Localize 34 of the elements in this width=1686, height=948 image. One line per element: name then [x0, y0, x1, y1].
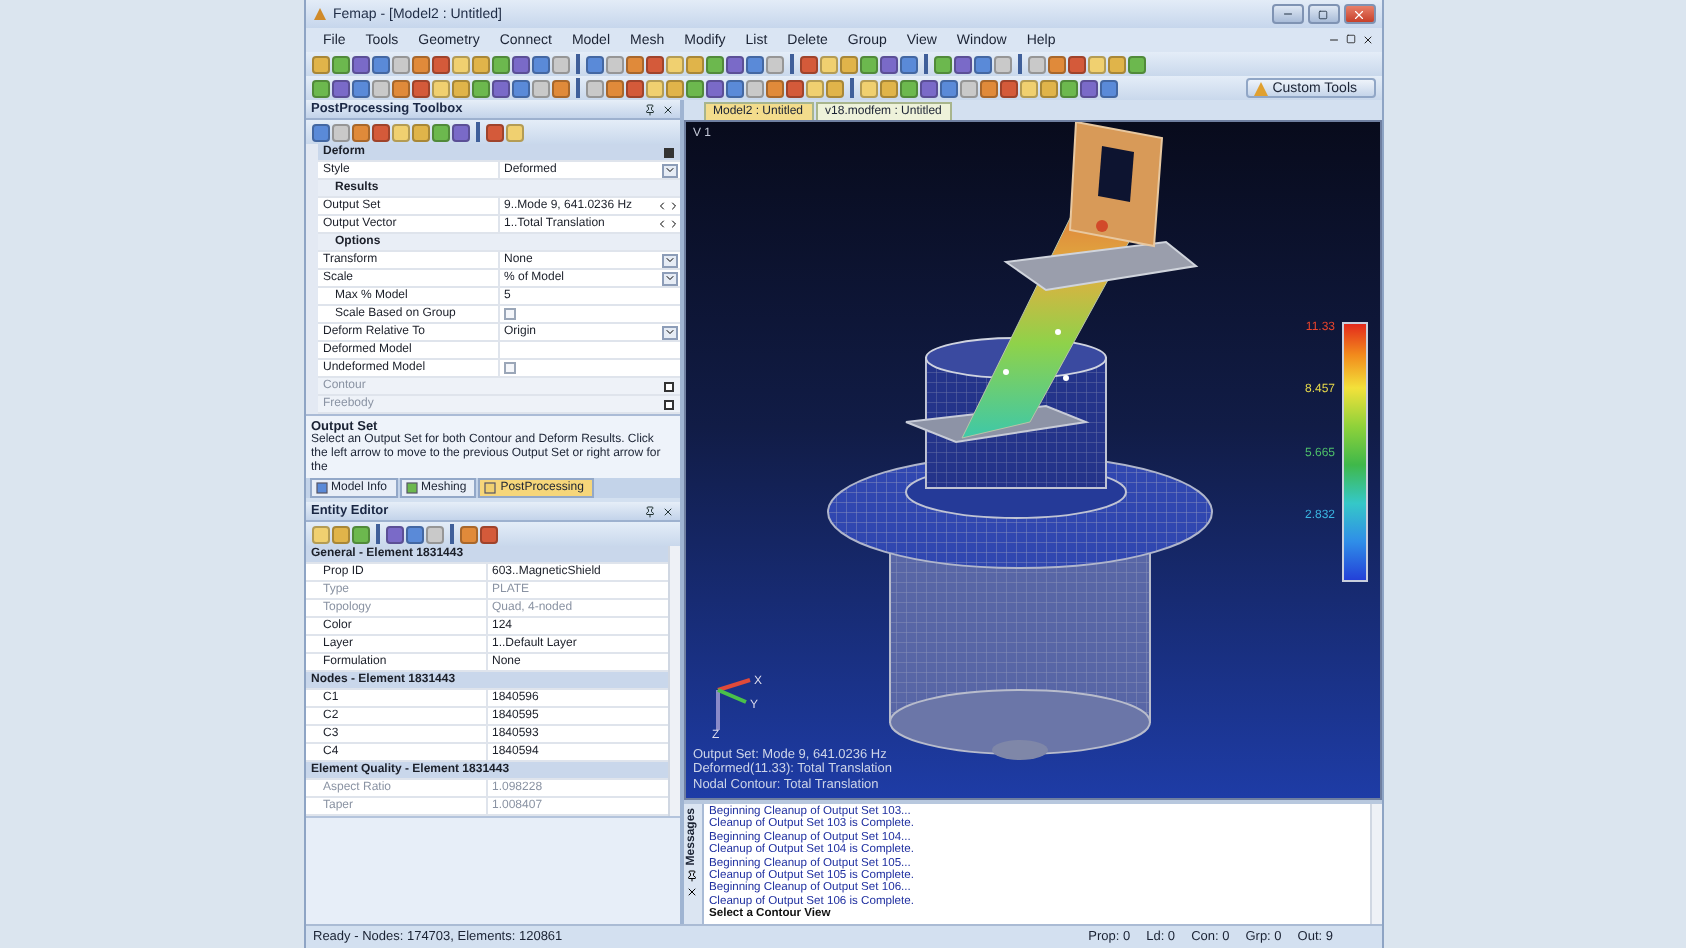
pin-icon[interactable] [686, 869, 698, 882]
minimize-icon[interactable] [1327, 34, 1339, 46]
pin-icon[interactable] [643, 103, 655, 115]
previous-button[interactable] [655, 199, 667, 213]
minimize-icon [1281, 8, 1293, 20]
next-button[interactable] [667, 199, 679, 213]
close-icon[interactable] [686, 885, 698, 898]
scrollbar[interactable] [1369, 804, 1381, 924]
dropdown-button[interactable] [661, 163, 677, 177]
close-icon [1352, 7, 1366, 21]
next-button[interactable] [667, 217, 679, 231]
previous-button[interactable] [655, 217, 667, 231]
maximize-button[interactable] [1307, 4, 1339, 24]
axis-triad-drawing [715, 678, 750, 730]
dropdown-button[interactable] [661, 325, 677, 339]
checkbox[interactable] [504, 362, 516, 374]
tab-icon [315, 482, 327, 494]
chevron-down-icon [663, 326, 675, 338]
tab-icon [484, 482, 497, 494]
chevron-down-icon [663, 164, 675, 176]
close-icon[interactable] [661, 505, 673, 517]
tools-icon [1254, 81, 1269, 95]
close-icon[interactable] [1361, 34, 1373, 46]
app-logo-icon [311, 6, 327, 22]
close-icon[interactable] [661, 103, 673, 115]
dropdown-button[interactable] [661, 271, 677, 285]
minimize-button[interactable] [1271, 4, 1303, 24]
close-button[interactable] [1343, 4, 1375, 24]
maximize-icon [1318, 9, 1328, 19]
dropdown-button[interactable] [661, 253, 677, 267]
checkbox[interactable] [504, 308, 516, 320]
restore-icon[interactable] [1345, 34, 1355, 44]
tab-icon [405, 482, 418, 494]
pin-icon[interactable] [643, 505, 655, 517]
